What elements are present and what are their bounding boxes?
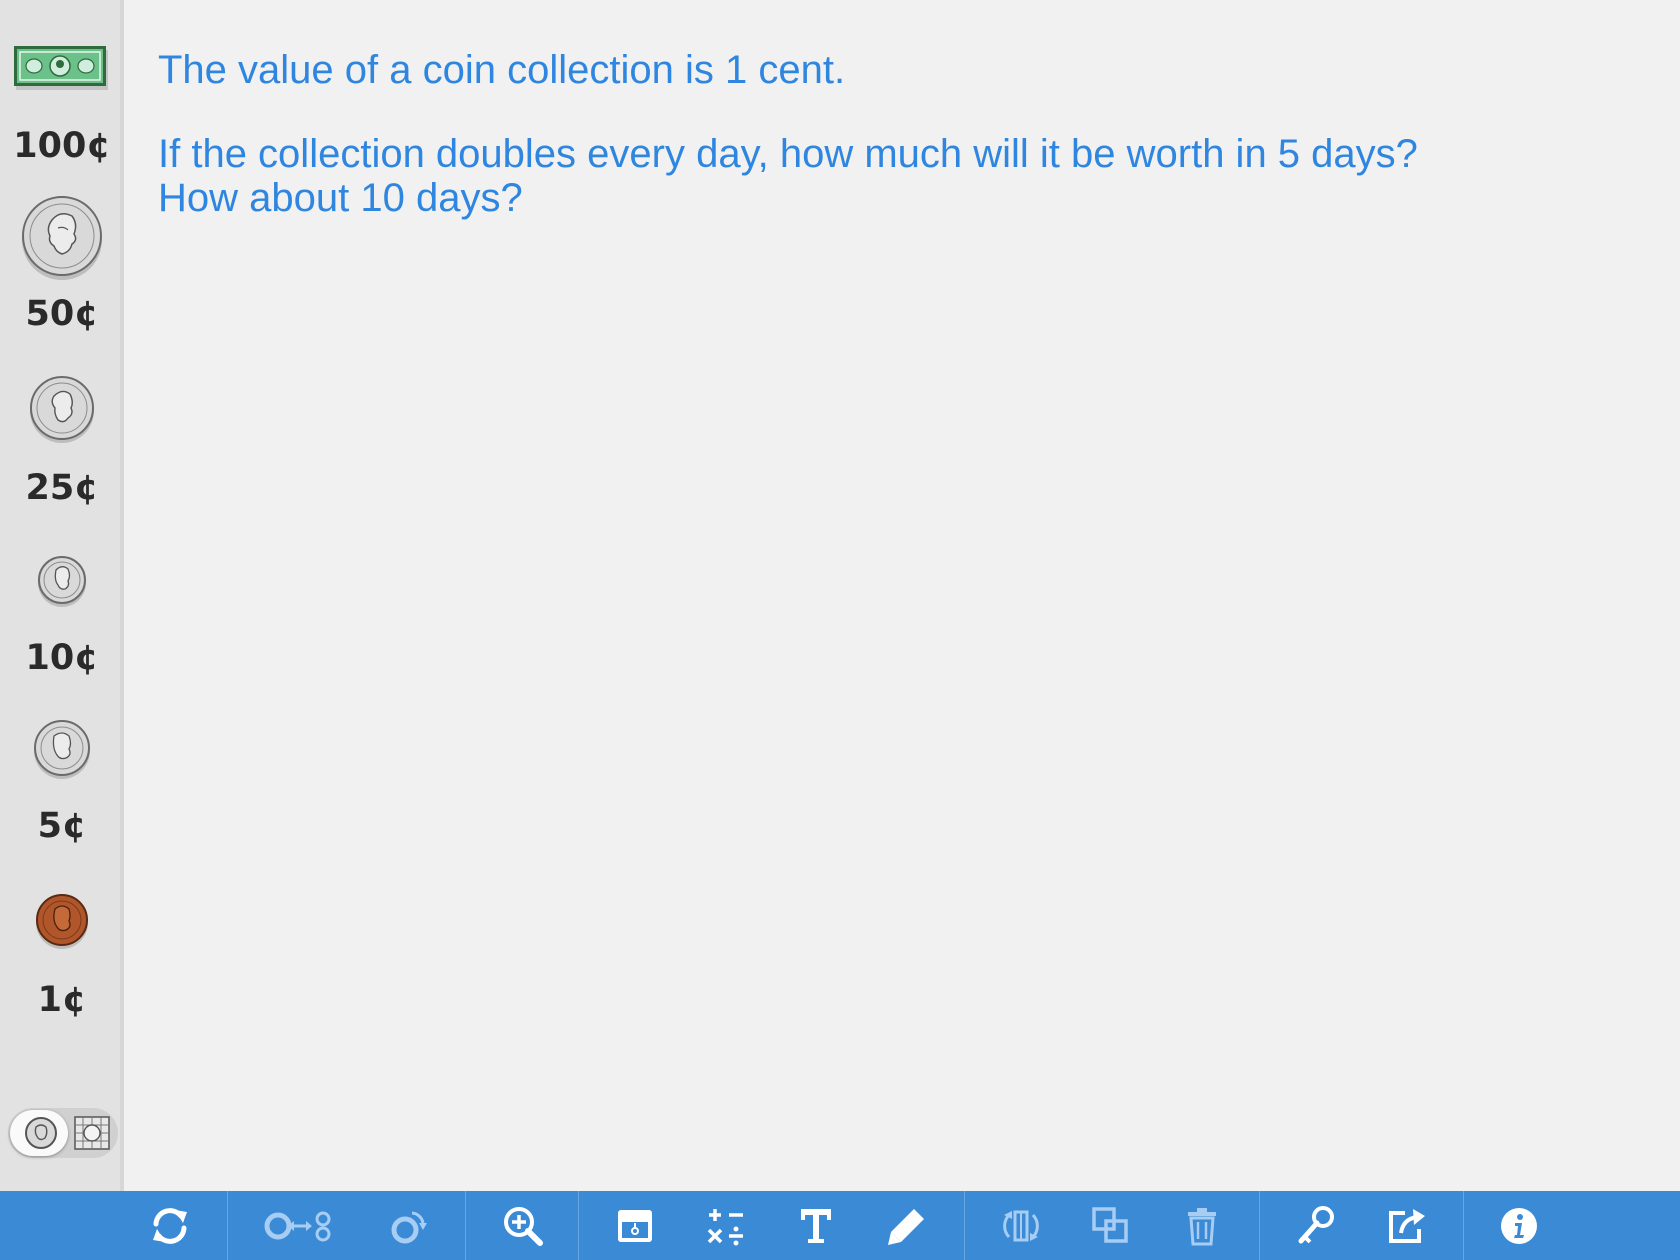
denomination-label: 1¢ [37,980,87,1020]
dime-item[interactable]: 10¢ [0,550,124,680]
info-icon [1501,1207,1537,1244]
bottom-toolbar [0,1191,1680,1260]
share-icon [1389,1208,1425,1243]
zoom-in-button[interactable] [487,1191,559,1260]
hide-values-icon [618,1209,652,1242]
workspace-canvas[interactable]: The value of a coin collection is 1 cent… [124,0,1680,1191]
share-button[interactable] [1370,1191,1442,1260]
text-tool-icon [801,1208,831,1243]
refresh-icon [153,1207,187,1244]
key-icon [1298,1205,1334,1243]
toolbar-divider [578,1191,579,1260]
quarter-item[interactable]: 25¢ [0,370,124,510]
half-dollar-item[interactable]: 50¢ [0,190,124,340]
info-button[interactable] [1483,1191,1555,1260]
flip-coin-icon [391,1211,427,1243]
dollar-bill-icon[interactable] [14,46,110,94]
denomination-label: 25¢ [25,468,99,508]
hide-values-button[interactable] [599,1191,671,1260]
dollar-bill-item[interactable]: 100¢ [0,40,124,170]
math-operations-button[interactable] [690,1191,762,1260]
coin-icon [25,1117,57,1149]
toolbar-divider [227,1191,228,1260]
pencil-icon [888,1208,924,1245]
quarter-coin-icon[interactable] [28,374,96,444]
bill-grid-icon [74,1116,110,1150]
problem-question-line-2: How about 10 days? [158,176,523,220]
refresh-button[interactable] [134,1191,206,1260]
nickel-coin-icon[interactable] [32,718,92,780]
problem-question-line-1: If the collection doubles every day, how… [158,132,1418,176]
nickel-item[interactable]: 5¢ [0,714,124,846]
problem-statement-line-1: The value of a coin collection is 1 cent… [158,48,846,92]
exchange-coins-icon [264,1211,331,1241]
pencil-button[interactable] [871,1191,943,1260]
answer-key-button[interactable] [1280,1191,1352,1260]
zoom-in-icon [504,1206,543,1246]
penny-item[interactable]: 1¢ [0,888,124,1020]
rotate-button[interactable] [985,1191,1057,1260]
bring-to-front-icon [1092,1206,1128,1243]
denomination-label: 10¢ [25,638,99,678]
bring-to-front-button[interactable] [1075,1191,1147,1260]
text-tool-button[interactable] [780,1191,852,1260]
toolbar-divider [964,1191,965,1260]
trash-icon [1188,1207,1216,1245]
dime-coin-icon[interactable] [36,554,88,608]
math-operations-icon [707,1208,743,1245]
half-dollar-coin-icon[interactable] [20,194,104,280]
money-palette: 100¢ 50¢ 25¢ 10¢ 5¢ 1¢ [0,0,124,1191]
denomination-label: 50¢ [25,294,99,334]
delete-button[interactable] [1166,1191,1238,1260]
penny-coin-icon[interactable] [34,892,90,950]
toolbar-divider [465,1191,466,1260]
rotate-icon [1003,1210,1039,1241]
exchange-coins-button[interactable] [262,1191,340,1260]
flip-coin-button[interactable] [372,1191,444,1260]
denomination-label: 100¢ [13,126,111,166]
coin-bill-mode-toggle[interactable] [8,1108,118,1158]
toolbar-divider [1259,1191,1260,1260]
denomination-label: 5¢ [37,806,87,846]
toolbar-divider [1463,1191,1464,1260]
